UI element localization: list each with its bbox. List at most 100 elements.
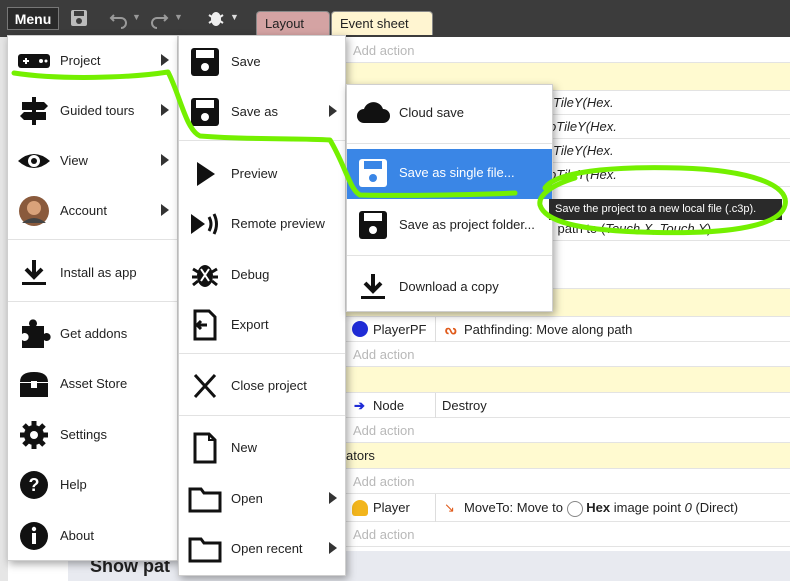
tab-layout-1[interactable]: Layout 1×: [256, 11, 330, 55]
chevron-right-icon: [161, 154, 169, 166]
remote-preview-icon: [191, 213, 218, 235]
cloud-icon: [357, 102, 390, 123]
object-name: Node: [373, 398, 405, 413]
event-action-row[interactable]: PlayerPF ᔓ Pathfinding: Move along path: [346, 317, 790, 342]
add-action-link[interactable]: Add action: [346, 38, 790, 63]
menu-item-label: New: [231, 440, 258, 455]
add-action-link[interactable]: Add action: [346, 418, 790, 443]
tooltip: Save the project to a new local file (.c…: [549, 199, 782, 220]
menu-separator: [179, 415, 345, 416]
event-group-row: ators: [346, 443, 790, 469]
menu-item-new[interactable]: New: [179, 424, 345, 472]
menu-item-export[interactable]: Export: [179, 301, 345, 349]
menu-item-install-as-app[interactable]: Install as app: [8, 249, 177, 297]
menu-item-settings[interactable]: Settings: [8, 411, 177, 459]
undo-dropdown-icon[interactable]: ▼: [132, 12, 141, 22]
menu-item-label: Project: [60, 53, 101, 68]
action-args: Touch.X, Touch.Y: [605, 221, 707, 236]
menu-item-save-as-single-file[interactable]: Save as single file...: [347, 149, 552, 199]
menu-item-label: Preview: [231, 166, 278, 181]
moveto-behavior-icon: ↘: [444, 500, 455, 515]
column-divider: [435, 317, 436, 342]
menu-item-label: Open: [231, 491, 263, 506]
main-menu: Project Guided tours View Account Instal…: [7, 35, 178, 561]
menu-separator: [179, 140, 345, 141]
redo-dropdown-icon[interactable]: ▼: [174, 12, 183, 22]
menu-item-save-as-project-folder[interactable]: Save as project folder...: [347, 201, 552, 249]
menu-item-asset-store[interactable]: Asset Store: [8, 360, 177, 408]
hex-object-icon: [566, 500, 583, 517]
action-text: MoveTo: Move to: [464, 500, 563, 515]
floppy-icon: [191, 98, 219, 126]
menu-item-label: Guided tours: [60, 103, 135, 118]
menu-item-close-project[interactable]: Close project: [179, 362, 345, 410]
menu-item-preview[interactable]: Preview: [179, 150, 345, 198]
download-icon: [22, 260, 46, 285]
menu-item-download-a-copy[interactable]: Download a copy: [347, 263, 552, 311]
save-icon[interactable]: [68, 7, 90, 29]
player-object-icon: [352, 500, 368, 516]
floppy-icon: [191, 48, 219, 76]
bug-icon[interactable]: [205, 7, 227, 29]
gamepad-icon: [18, 54, 50, 68]
menu-button[interactable]: Menu: [7, 7, 59, 30]
menu-item-cloud-save[interactable]: Cloud save: [347, 89, 552, 137]
chevron-right-icon: [329, 105, 337, 117]
menu-item-view[interactable]: View: [8, 137, 177, 185]
chevron-right-icon: [329, 492, 337, 504]
action-text: Destroy: [442, 398, 487, 413]
menu-item-debug[interactable]: Debug: [179, 251, 345, 299]
redo-icon[interactable]: [148, 7, 170, 29]
menu-separator: [179, 353, 345, 354]
menu-item-label: Download a copy: [399, 279, 499, 294]
column-divider: [435, 494, 436, 522]
menu-item-guided-tours[interactable]: Guided tours: [8, 87, 177, 135]
tab-event-sheet-1[interactable]: Event sheet 1×: [331, 11, 433, 55]
menu-item-project[interactable]: Project: [8, 37, 177, 85]
action-text: (Direct): [695, 500, 739, 515]
menu-item-label: Asset Store: [60, 376, 128, 391]
chevron-right-icon: [161, 104, 169, 116]
menu-item-label: Save as: [231, 104, 278, 119]
menu-item-about[interactable]: About: [8, 512, 177, 560]
undo-icon[interactable]: [108, 7, 130, 29]
menu-item-label: Save: [231, 54, 261, 69]
menu-item-save-as[interactable]: Save as: [179, 88, 345, 136]
menu-item-open-recent[interactable]: Open recent: [179, 525, 345, 573]
menu-item-label: Cloud save: [399, 105, 465, 120]
node-object-icon: ➔: [354, 398, 365, 413]
gear-icon: [20, 421, 48, 449]
menu-item-label: Save as single file...: [399, 165, 515, 180]
menu-item-get-addons[interactable]: Get addons: [8, 310, 177, 358]
chevron-right-icon: [161, 54, 169, 66]
menu-item-help[interactable]: ? Help: [8, 461, 177, 509]
event-action-row[interactable]: ➔ Node Destroy: [346, 393, 790, 418]
menu-item-label: Close project: [231, 378, 307, 393]
action-text: ): [706, 221, 712, 236]
menu-item-label: Save as project folder...: [399, 217, 535, 232]
menu-item-label: Remote preview: [231, 216, 325, 231]
add-action-link[interactable]: Add action: [346, 522, 790, 547]
save-as-submenu: Cloud save Save as single file... Save a…: [346, 84, 553, 312]
info-icon: [20, 522, 48, 550]
chest-icon: [20, 372, 48, 397]
menu-separator: [347, 255, 552, 256]
menu-item-open[interactable]: Open: [179, 475, 345, 523]
signpost-icon: [20, 97, 48, 125]
menu-item-remote-preview[interactable]: Remote preview: [179, 200, 345, 248]
project-submenu: Save Save as Preview Remote preview Debu…: [178, 35, 346, 576]
menu-separator: [8, 239, 177, 240]
add-action-link[interactable]: Add action: [346, 342, 790, 367]
debug-dropdown-icon[interactable]: ▼: [230, 12, 239, 22]
menu-item-save[interactable]: Save: [179, 38, 345, 86]
event-action-row[interactable]: Player ↘ MoveTo: Move to Hex image point…: [346, 494, 790, 522]
menu-item-account[interactable]: Account: [8, 187, 177, 235]
add-action-link[interactable]: Add action: [346, 469, 790, 494]
object-name: Player: [373, 500, 410, 515]
menu-item-label: Debug: [231, 267, 270, 282]
action-text: l path to (: [551, 221, 606, 236]
help-icon: ?: [20, 471, 48, 499]
pathfinding-behavior-icon: ᔓ: [445, 322, 457, 337]
bug-icon: [192, 265, 218, 287]
menu-item-label: Install as app: [60, 265, 137, 280]
